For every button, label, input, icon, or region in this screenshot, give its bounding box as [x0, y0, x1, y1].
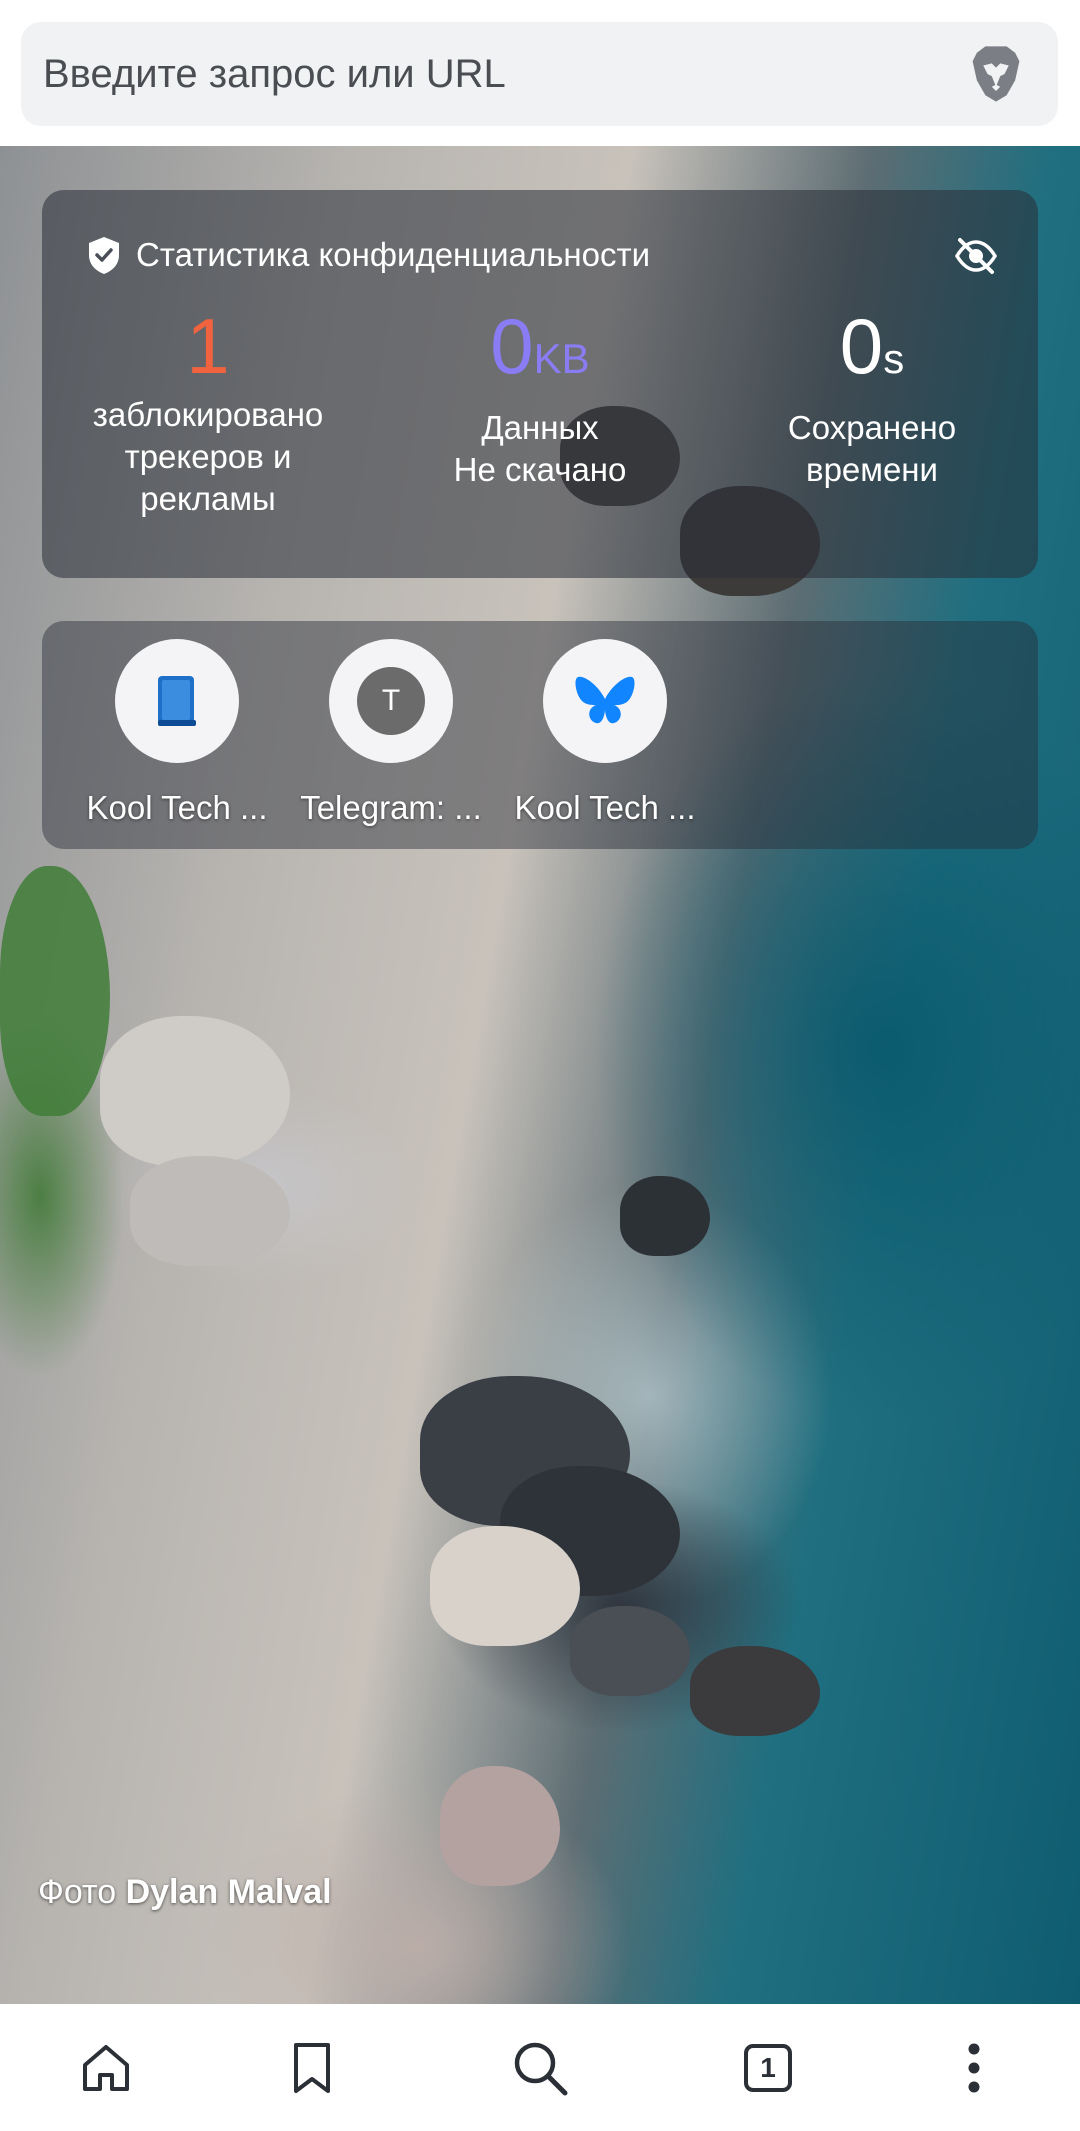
photo-rock — [620, 1176, 710, 1256]
stat-data-unit: KB — [533, 335, 590, 382]
top-site-favicon — [543, 639, 667, 763]
tabs-button[interactable]: 1 — [738, 2038, 798, 2098]
top-site-tile[interactable]: Kool Tech ... — [505, 639, 705, 827]
stat-data-value: 0 — [490, 302, 534, 390]
stat-data-label-line1: Данных — [481, 409, 599, 446]
photo-rock — [570, 1606, 690, 1696]
stat-time-unit: s — [883, 335, 905, 382]
top-site-favicon: T — [329, 639, 453, 763]
stat-trackers-value: 1 — [186, 302, 230, 390]
book-icon — [158, 676, 196, 726]
privacy-stats-title: Статистика конфиденциальности — [136, 236, 651, 273]
brave-lion-icon[interactable] — [962, 40, 1030, 108]
top-site-label: Kool Tech ... — [86, 789, 268, 826]
butterfly-icon — [575, 676, 635, 724]
bookmark-icon — [294, 2043, 330, 2093]
stat-time-label-line2: времени — [806, 451, 938, 488]
top-site-label: Kool Tech ... — [514, 789, 696, 826]
privacy-stats-card[interactable]: Статистика конфиденциальности 1 заблокир… — [42, 190, 1038, 578]
search-icon — [514, 2042, 568, 2096]
stat-trackers-label: заблокировано трекеров и рекламы — [92, 396, 324, 517]
photo-credit-author: Dylan Malval — [125, 1873, 332, 1911]
bottom-toolbar: 1 — [0, 2004, 1080, 2131]
address-bar-placeholder: Введите запрос или URL — [43, 52, 506, 96]
photo-rock — [690, 1646, 820, 1736]
top-bar: Введите запрос или URL — [0, 0, 1080, 146]
stat-time-saved: 0s Сохранено времени — [722, 300, 1022, 491]
top-sites-card: Kool Tech ... T Telegram: ... Kool Tech … — [42, 621, 1038, 849]
search-button[interactable] — [510, 2038, 570, 2098]
photo-credit[interactable]: Фото Dylan Malval — [38, 1873, 332, 1912]
address-bar[interactable]: Введите запрос или URL — [21, 22, 1058, 126]
photo-rock — [100, 1016, 290, 1166]
stat-time-value: 0 — [839, 302, 884, 390]
photo-foliage — [0, 866, 110, 1116]
photo-credit-prefix: Фото — [38, 1873, 117, 1911]
stat-data-label-line2: Не скачано — [453, 451, 627, 488]
top-site-label: Telegram: ... — [300, 789, 482, 826]
home-icon — [83, 2045, 129, 2091]
top-site-tile[interactable]: T Telegram: ... — [291, 639, 491, 827]
tabs-icon: 1 — [744, 2044, 792, 2092]
shield-check-icon — [89, 237, 119, 274]
hide-eye-icon[interactable] — [954, 234, 998, 278]
menu-button[interactable] — [944, 2038, 1004, 2098]
stat-trackers-blocked: 1 заблокировано трекеров и рекламы — [58, 300, 358, 520]
letter-t-icon: T — [357, 667, 425, 735]
photo-rock — [440, 1766, 560, 1886]
stat-data-saved: 0KB Данных Не скачано — [390, 300, 690, 491]
top-site-favicon — [115, 639, 239, 763]
privacy-stats-header: Статистика конфиденциальности — [86, 232, 650, 278]
stat-time-label-line1: Сохранено — [787, 409, 957, 446]
top-site-tile[interactable]: Kool Tech ... — [77, 639, 277, 827]
bookmarks-button[interactable] — [282, 2038, 342, 2098]
photo-rock — [430, 1526, 580, 1646]
home-button[interactable] — [76, 2038, 136, 2098]
photo-rock — [130, 1156, 290, 1266]
more-vertical-icon — [968, 2043, 980, 2093]
